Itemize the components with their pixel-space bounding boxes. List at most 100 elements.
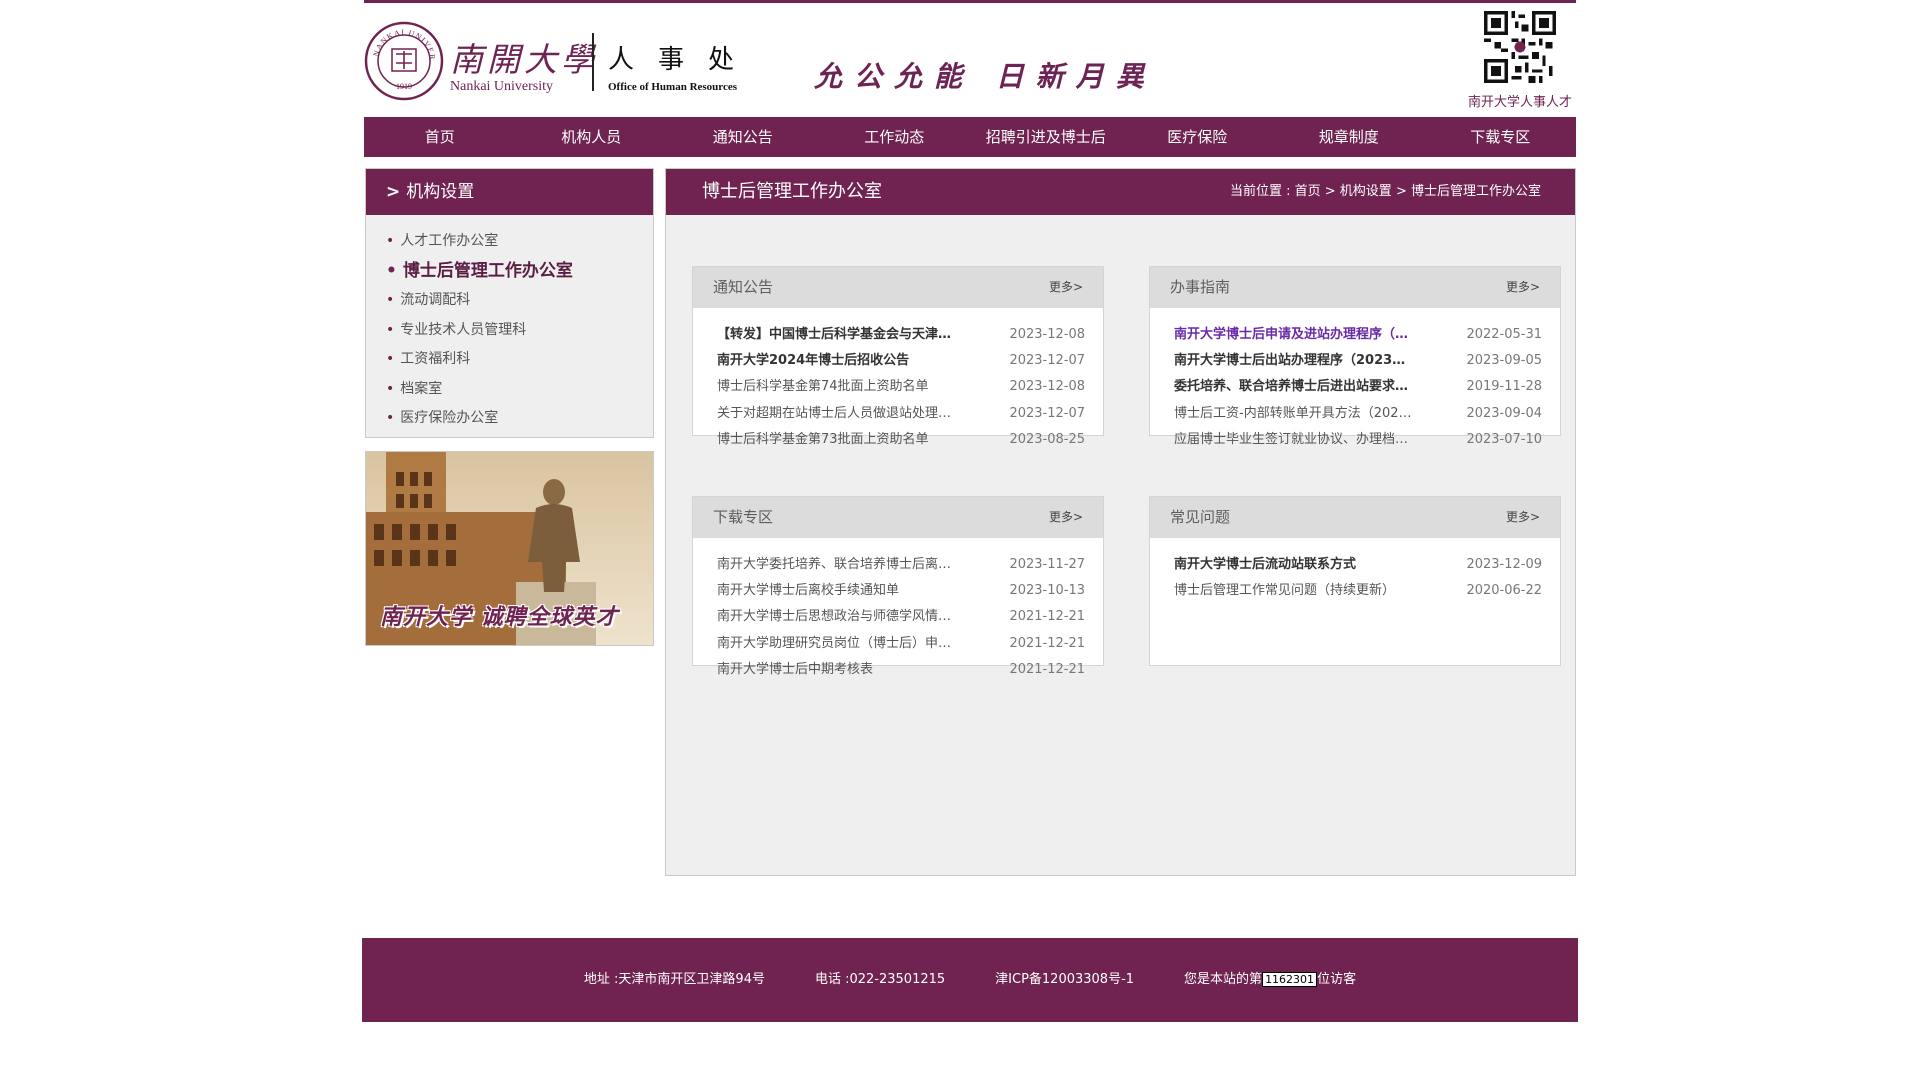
- sidebar-item-medical-office[interactable]: • 医疗保险办公室: [386, 404, 653, 434]
- list-item[interactable]: 南开大学博士后申请及进站办理程序（… 2022-05-31: [1174, 322, 1542, 348]
- university-name-cn: 南開大學: [450, 40, 598, 79]
- item-title: 南开大学助理研究员岗位（博士后）申…: [717, 635, 952, 651]
- item-date: 2023-09-04: [1466, 405, 1542, 421]
- item-title: 南开大学博士后出站办理程序（2023…: [1174, 353, 1406, 369]
- nav-item-medical[interactable]: 医疗保险: [1122, 117, 1274, 157]
- sidebar-item-label: 工资福利科: [400, 351, 471, 367]
- list-item[interactable]: 南开大学委托培养、联合培养博士后离… 2023-11-27: [717, 552, 1085, 578]
- chevron-right-icon: >: [386, 182, 401, 202]
- item-date: 2023-12-09: [1466, 557, 1542, 572]
- box-title: 办事指南: [1170, 278, 1231, 296]
- sidebar-item-label: 专业技术人员管理科: [400, 321, 527, 338]
- nav-item-recruitment[interactable]: 招聘引进及博士后: [970, 117, 1122, 157]
- item-date: 2023-12-08: [1009, 379, 1085, 395]
- item-date: 2023-07-10: [1466, 431, 1542, 447]
- breadcrumb-current[interactable]: 博士后管理工作办公室: [1411, 184, 1541, 199]
- list-item[interactable]: 委托培养、联合培养博士后进出站要求… 2019-11-28: [1174, 374, 1542, 400]
- sidebar-item-mobility[interactable]: • 流动调配科: [386, 286, 653, 316]
- item-date: 2023-11-27: [1009, 557, 1085, 572]
- nav-item-regulations[interactable]: 规章制度: [1273, 117, 1425, 157]
- visitor-prefix: 您是本站的第: [1184, 972, 1263, 987]
- box-list: 南开大学博士后申请及进站办理程序（… 2022-05-31 南开大学博士后出站办理…: [1150, 308, 1560, 453]
- item-title: 委托培养、联合培养博士后进出站要求…: [1174, 379, 1409, 395]
- seal-year: 1919: [396, 82, 412, 91]
- box-header: 常见问题 更多>: [1150, 497, 1560, 538]
- more-link[interactable]: 更多>: [1049, 267, 1083, 308]
- list-item[interactable]: 【转发】中国博士后科学基金会与天津… 2023-12-08: [717, 322, 1085, 348]
- bullet-icon: •: [386, 292, 395, 308]
- visitor-suffix: 位访客: [1317, 972, 1357, 987]
- item-date: 2021-12-21: [1009, 661, 1085, 677]
- item-date: 2023-10-13: [1009, 583, 1085, 599]
- box-title: 常见问题: [1170, 508, 1231, 526]
- box-header: 办事指南 更多>: [1150, 267, 1560, 308]
- main-nav: 首页 机构人员 通知公告 工作动态 招聘引进及博士后 医疗保险 规章制度 下载专…: [364, 117, 1576, 157]
- logo-divider: [592, 33, 594, 91]
- nav-item-notices[interactable]: 通知公告: [667, 117, 819, 157]
- list-item[interactable]: 博士后工资-内部转账单开具方法（202… 2023-09-04: [1174, 401, 1542, 427]
- item-title: 博士后管理工作常见问题（持续更新）: [1174, 583, 1396, 599]
- list-item[interactable]: 南开大学博士后流动站联系方式 2023-12-09: [1174, 552, 1542, 578]
- box-title: 下载专区: [713, 508, 774, 526]
- item-date: 2021-12-21: [1009, 609, 1085, 625]
- item-date: 2019-11-28: [1466, 379, 1542, 395]
- breadcrumb-home[interactable]: 首页: [1295, 184, 1321, 199]
- list-item[interactable]: 博士后科学基金第74批面上资助名单 2023-12-08: [717, 374, 1085, 400]
- bullet-icon: •: [386, 260, 397, 281]
- item-title: 南开大学博士后思想政治与师德学风情…: [717, 609, 952, 625]
- footer-phone: 电话 :022-23501215: [814, 972, 946, 987]
- list-item[interactable]: 博士后科学基金第73批面上资助名单 2023-08-25: [717, 427, 1085, 453]
- item-title: 博士后科学基金第74批面上资助名单: [717, 379, 929, 395]
- list-item[interactable]: 关于对超期在站博士后人员做退站处理… 2023-12-07: [717, 401, 1085, 427]
- list-item[interactable]: 博士后管理工作常见问题（持续更新） 2020-06-22: [1174, 578, 1542, 604]
- box-list: 南开大学博士后流动站联系方式 2023-12-09 博士后管理工作常见问题（持续更…: [1150, 538, 1560, 604]
- department-name-cn: 人事处: [608, 45, 759, 75]
- more-link[interactable]: 更多>: [1049, 497, 1083, 538]
- seal-text: NANKAI UNIVERSITY: [364, 21, 436, 61]
- site-logo[interactable]: NANKAI UNIVERSITY 1919 南開大學 Nankai Unive…: [364, 19, 784, 103]
- sidebar: > 机构设置 • 人才工作办公室 • 博士后管理工作办公室 • 流动调配科 • 专业技术人…: [365, 168, 654, 646]
- item-title: 南开大学博士后申请及进站办理程序（…: [1174, 327, 1409, 342]
- item-title: 南开大学博士后流动站联系方式: [1174, 557, 1357, 572]
- bullet-icon: •: [386, 321, 395, 338]
- item-title: 南开大学博士后中期考核表: [717, 661, 874, 677]
- sidebar-item-label: 流动调配科: [400, 292, 471, 308]
- list-item[interactable]: 南开大学博士后中期考核表 2021-12-21: [717, 657, 1085, 683]
- list-item[interactable]: 南开大学博士后思想政治与师德学风情… 2021-12-21: [717, 604, 1085, 630]
- nav-item-downloads[interactable]: 下载专区: [1425, 117, 1577, 157]
- sidebar-item-archives[interactable]: • 档案室: [386, 375, 653, 405]
- list-item[interactable]: 应届博士毕业生签订就业协议、办理档… 2023-07-10: [1174, 427, 1542, 453]
- more-link[interactable]: 更多>: [1506, 497, 1540, 538]
- sidebar-item-postdoc-office[interactable]: • 博士后管理工作办公室: [386, 257, 653, 287]
- department-name-en: Office of Human Resources: [608, 81, 738, 93]
- list-item[interactable]: 南开大学2024年博士后招收公告 2023-12-07: [717, 348, 1085, 374]
- item-date: 2023-12-07: [1009, 405, 1085, 421]
- nav-item-staff[interactable]: 机构人员: [516, 117, 668, 157]
- sidebar-item-salary[interactable]: • 工资福利科: [386, 345, 653, 375]
- list-item[interactable]: 南开大学博士后离校手续通知单 2023-10-13: [717, 578, 1085, 604]
- breadcrumb-sep: >: [1320, 184, 1340, 199]
- breadcrumb-level1[interactable]: 机构设置: [1340, 184, 1392, 199]
- list-item[interactable]: 南开大学博士后出站办理程序（2023… 2023-09-05: [1174, 348, 1542, 374]
- sidebar-item-label: 博士后管理工作办公室: [402, 260, 573, 281]
- list-item[interactable]: 南开大学助理研究员岗位（博士后）申… 2021-12-21: [717, 631, 1085, 657]
- site-header: NANKAI UNIVERSITY 1919 南開大學 Nankai Unive…: [364, 3, 1576, 116]
- guide-box: 办事指南 更多> 南开大学博士后申请及进站办理程序（… 2022-05-31 南开…: [1149, 266, 1561, 447]
- faq-box: 常见问题 更多> 南开大学博士后流动站联系方式 2023-12-09 博士后管理工…: [1149, 496, 1561, 666]
- item-date: 2023-12-08: [1009, 327, 1085, 342]
- sidebar-item-label: 档案室: [400, 380, 443, 397]
- item-date: 2022-05-31: [1466, 327, 1542, 342]
- bullet-icon: •: [386, 351, 395, 367]
- svg-text:NANKAI UNIVERSITY: NANKAI UNIVERSITY: [364, 21, 437, 61]
- nav-item-home[interactable]: 首页: [364, 117, 516, 157]
- item-date: 2020-06-22: [1466, 583, 1542, 599]
- nav-item-news[interactable]: 工作动态: [819, 117, 971, 157]
- sidebar-item-talent-office[interactable]: • 人才工作办公室: [386, 227, 653, 257]
- page-title: 博士后管理工作办公室: [702, 181, 882, 202]
- more-link[interactable]: 更多>: [1506, 267, 1540, 308]
- notices-box: 通知公告 更多> 【转发】中国博士后科学基金会与天津… 2023-12-08 南开…: [692, 266, 1104, 447]
- site-footer: 地址 :天津市南开区卫津路94号 电话 :022-23501215 津ICP备1…: [362, 938, 1578, 1022]
- sidebar-item-professional-staff[interactable]: • 专业技术人员管理科: [386, 316, 653, 346]
- footer-icp[interactable]: 津ICP备12003308号-1: [995, 938, 1134, 1022]
- recruitment-banner[interactable]: 南开大学 诚聘全球英才: [365, 451, 654, 646]
